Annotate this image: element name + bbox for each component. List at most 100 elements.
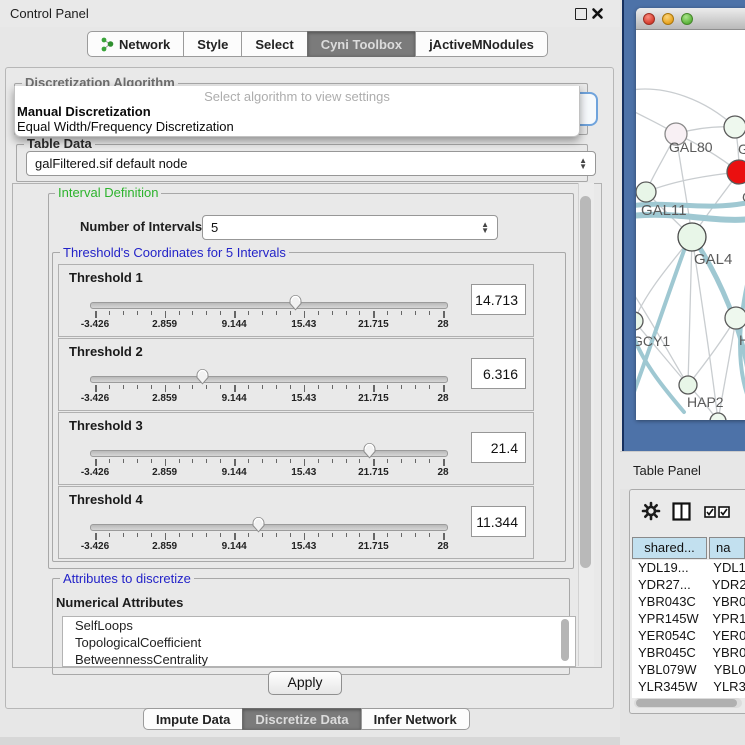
slider-tick	[387, 533, 388, 537]
network-node-label: GA	[738, 141, 745, 157]
numerical-attributes-list[interactable]: SelfLoopsTopologicalCoefficientBetweenne…	[62, 616, 576, 667]
table-row[interactable]: YPR145WYPR1	[632, 611, 745, 628]
tab-impute-data[interactable]: Impute Data	[143, 708, 243, 730]
table-cell: YDR2	[704, 577, 745, 594]
slider-tick	[304, 533, 306, 540]
threshold-value-field[interactable]: 11.344	[471, 506, 526, 537]
slider-tick	[429, 533, 430, 537]
tab-style[interactable]: Style	[183, 31, 242, 57]
tab-discretize-data[interactable]: Discretize Data	[242, 708, 361, 730]
threshold-value-field[interactable]: 14.713	[471, 284, 526, 315]
slider-tick	[179, 311, 180, 315]
tab-network[interactable]: Network	[87, 31, 184, 57]
attribute-item-selfloops[interactable]: SelfLoops	[63, 617, 575, 634]
slider-tick	[95, 311, 97, 318]
table-data-value: galFiltered.sif default node	[35, 156, 187, 171]
threshold-slider-track[interactable]	[90, 524, 448, 531]
dropdown-item-manual-discretization[interactable]: Manual Discretization	[17, 104, 151, 119]
tab-label: Style	[197, 37, 228, 52]
threshold-slider-thumb[interactable]	[288, 294, 303, 311]
slider-tick-label: -3.426	[70, 319, 120, 330]
slider-tick	[262, 459, 263, 463]
minimize-traffic-light[interactable]	[662, 13, 674, 25]
network-node-gal11[interactable]	[636, 182, 656, 202]
slider-tick	[304, 385, 306, 392]
tab-infer-network[interactable]: Infer Network	[361, 708, 470, 730]
tab-label: Network	[119, 37, 170, 52]
network-canvas[interactable]: GAL80GACGAL11GAL4GCY1HHAP2	[636, 30, 745, 420]
table-row[interactable]: YLR345WYLR3	[632, 679, 745, 696]
close-icon[interactable]	[591, 7, 604, 20]
float-window-icon[interactable]	[575, 8, 587, 20]
columns-icon[interactable]	[672, 502, 691, 521]
slider-tick	[332, 385, 333, 389]
tab-cyni-toolbox[interactable]: Cyni Toolbox	[307, 31, 416, 57]
slider-tick	[220, 385, 221, 389]
table-data-combobox[interactable]: galFiltered.sif default node ▲▼	[26, 151, 596, 176]
vertical-scrollbar-thumb[interactable]	[580, 196, 591, 568]
table-row[interactable]: YBR045CYBR0	[632, 645, 745, 662]
table-panel-titlebar: Table Panel	[620, 451, 745, 489]
zoom-traffic-light[interactable]	[681, 13, 693, 25]
slider-tick	[346, 533, 347, 537]
attribute-item-topologicalcoefficient[interactable]: TopologicalCoefficient	[63, 634, 575, 651]
threshold-slider-track[interactable]	[90, 450, 448, 457]
checkbox-checked-icon[interactable]	[704, 506, 716, 518]
slider-tick	[137, 459, 138, 463]
slider-tick	[109, 459, 110, 463]
checkbox-checked-icon[interactable]	[718, 506, 730, 518]
slider-tick	[332, 311, 333, 315]
threshold-slider-track[interactable]	[90, 302, 448, 309]
network-node-h[interactable]	[725, 307, 745, 329]
slider-tick	[373, 459, 375, 466]
table-row[interactable]: YBL079WYBL0	[632, 662, 745, 679]
threshold-slider-track[interactable]	[90, 376, 448, 383]
number-of-intervals-combobox[interactable]: 5 ▲▼	[202, 215, 498, 240]
network-window-titlebar[interactable]	[636, 8, 745, 30]
slider-tick	[401, 533, 402, 537]
interval-definition-title: Interval Definition	[55, 186, 161, 200]
attribute-item-betweennesscentrality[interactable]: BetweennessCentrality	[63, 651, 575, 667]
dropdown-placeholder-item: Select algorithm to view settings	[15, 89, 579, 104]
slider-tick	[248, 459, 249, 463]
table-row[interactable]: YBR043CYBR0	[632, 594, 745, 611]
threshold-value-field[interactable]: 21.4	[471, 432, 526, 463]
slider-tick	[359, 311, 360, 315]
table-row[interactable]: YDL19...YDL1	[632, 560, 745, 577]
slider-tick	[206, 311, 207, 315]
close-traffic-light[interactable]	[643, 13, 655, 25]
table-column-header[interactable]: na	[709, 537, 745, 559]
slider-tick	[318, 533, 319, 537]
tab-select[interactable]: Select	[241, 31, 307, 57]
threshold-slider-thumb[interactable]	[251, 516, 266, 533]
slider-tick	[318, 459, 319, 463]
gear-icon[interactable]	[641, 501, 661, 521]
slider-tick	[137, 533, 138, 537]
table-cell: YBR0	[704, 594, 745, 611]
attributes-group-title: Attributes to discretize	[60, 572, 194, 586]
tab-jactivemnodules[interactable]: jActiveMNodules	[415, 31, 548, 57]
network-node-c[interactable]	[727, 160, 745, 184]
table-column-header[interactable]: shared...	[632, 537, 707, 559]
slider-tick-label: 2.859	[140, 467, 190, 478]
dropdown-item-equal-width-frequency-discretization[interactable]: Equal Width/Frequency Discretization	[17, 119, 234, 134]
network-node-hap2[interactable]	[679, 376, 697, 394]
table-header-row: shared...na	[632, 537, 745, 559]
table-row[interactable]: YDR27...YDR2	[632, 577, 745, 594]
network-node-gal4[interactable]	[678, 223, 706, 251]
bottom-strip	[0, 737, 620, 745]
table-row[interactable]: YER054CYER0	[632, 628, 745, 645]
threshold-slider-thumb[interactable]	[195, 368, 210, 385]
slider-tick	[206, 533, 207, 537]
apply-button[interactable]: Apply	[268, 671, 342, 695]
slider-tick	[109, 385, 110, 389]
table-horizontal-scrollbar-thumb[interactable]	[636, 699, 737, 707]
node-table: shared...na YDL19...YDL1YDR27...YDR2YBR0…	[632, 534, 745, 700]
network-node-gcy1[interactable]	[636, 312, 643, 330]
threshold-slider-thumb[interactable]	[362, 442, 377, 459]
slider-tick	[248, 533, 249, 537]
threshold-value-field[interactable]: 6.316	[471, 358, 526, 389]
network-node-ga[interactable]	[724, 116, 745, 138]
attributes-list-scrollbar-thumb[interactable]	[561, 619, 569, 661]
slider-tick-label: 2.859	[140, 393, 190, 404]
